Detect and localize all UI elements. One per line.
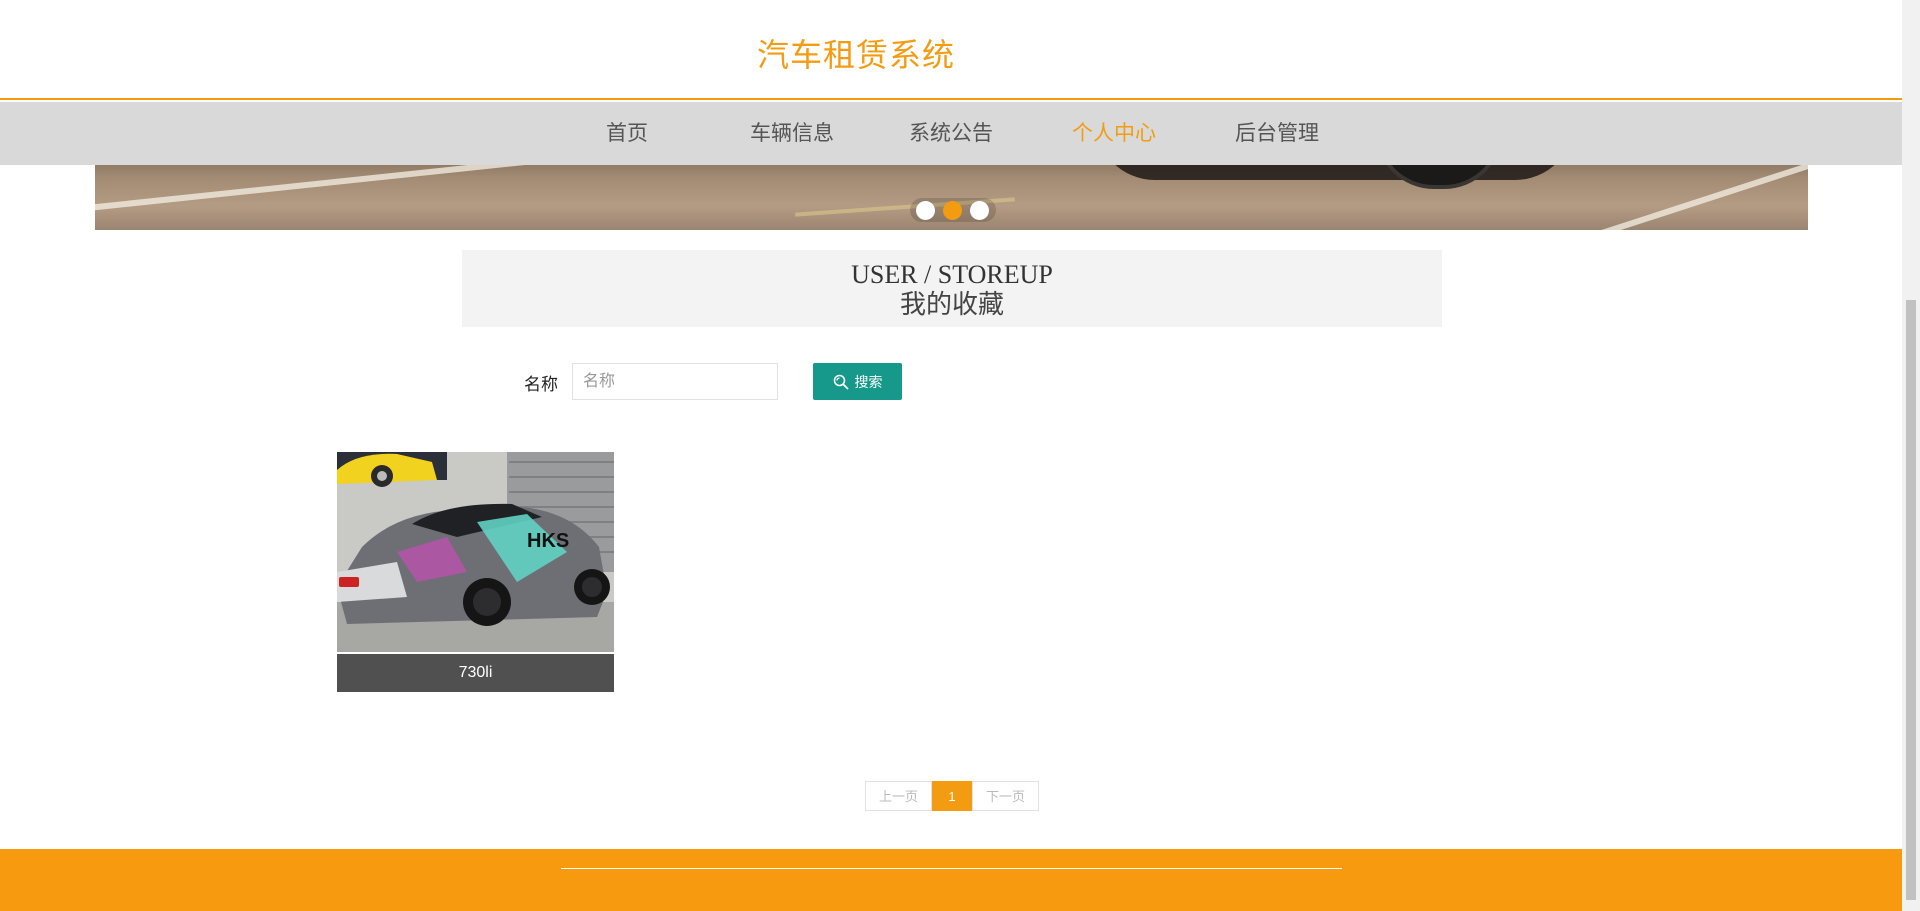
search-icon [833, 374, 848, 389]
vehicle-name: 730li [337, 654, 614, 692]
vehicle-image: HKS [337, 452, 614, 652]
footer [0, 849, 1902, 911]
prev-page-button[interactable]: 上一页 [865, 781, 932, 811]
nav-item-admin[interactable]: 后台管理 [1235, 102, 1319, 165]
current-page[interactable]: 1 [932, 781, 972, 811]
search-input[interactable] [572, 363, 778, 400]
section-title-en: USER / STOREUP [851, 260, 1053, 289]
search-label: 名称 [524, 375, 558, 394]
nav-item-announcements[interactable]: 系统公告 [909, 102, 993, 165]
site-title: 汽车租赁系统 [757, 37, 956, 73]
header: 汽车租赁系统 [0, 0, 1902, 100]
svg-text:HKS: HKS [527, 530, 569, 552]
page-scrollbar[interactable] [1902, 0, 1920, 911]
nav-item-vehicles[interactable]: 车辆信息 [750, 102, 834, 165]
footer-divider [561, 868, 1342, 869]
next-page-button[interactable]: 下一页 [972, 781, 1039, 811]
main-nav: 首页 车辆信息 系统公告 个人中心 后台管理 [0, 102, 1902, 165]
search-button-label: 搜索 [854, 373, 883, 390]
favorite-card[interactable]: HKS 730li [337, 452, 614, 692]
carousel-dot-2[interactable] [943, 201, 962, 220]
carousel-dot-3[interactable] [970, 201, 989, 220]
section-heading: USER / STOREUP 我的收藏 [462, 250, 1442, 327]
section-title-cn: 我的收藏 [899, 290, 1004, 319]
nav-item-home[interactable]: 首页 [606, 102, 648, 165]
search-button[interactable]: 搜索 [813, 363, 902, 400]
carousel-indicators [910, 198, 996, 222]
nav-item-personal-center[interactable]: 个人中心 [1072, 102, 1156, 165]
pagination: 上一页 1 下一页 [865, 781, 1039, 811]
page: 汽车租赁系统 首页 车辆信息 系统公告 个人中心 后台管理 USER / STO… [0, 0, 1902, 911]
carousel-dot-1[interactable] [916, 201, 935, 220]
scrollbar-thumb[interactable] [1906, 300, 1916, 900]
